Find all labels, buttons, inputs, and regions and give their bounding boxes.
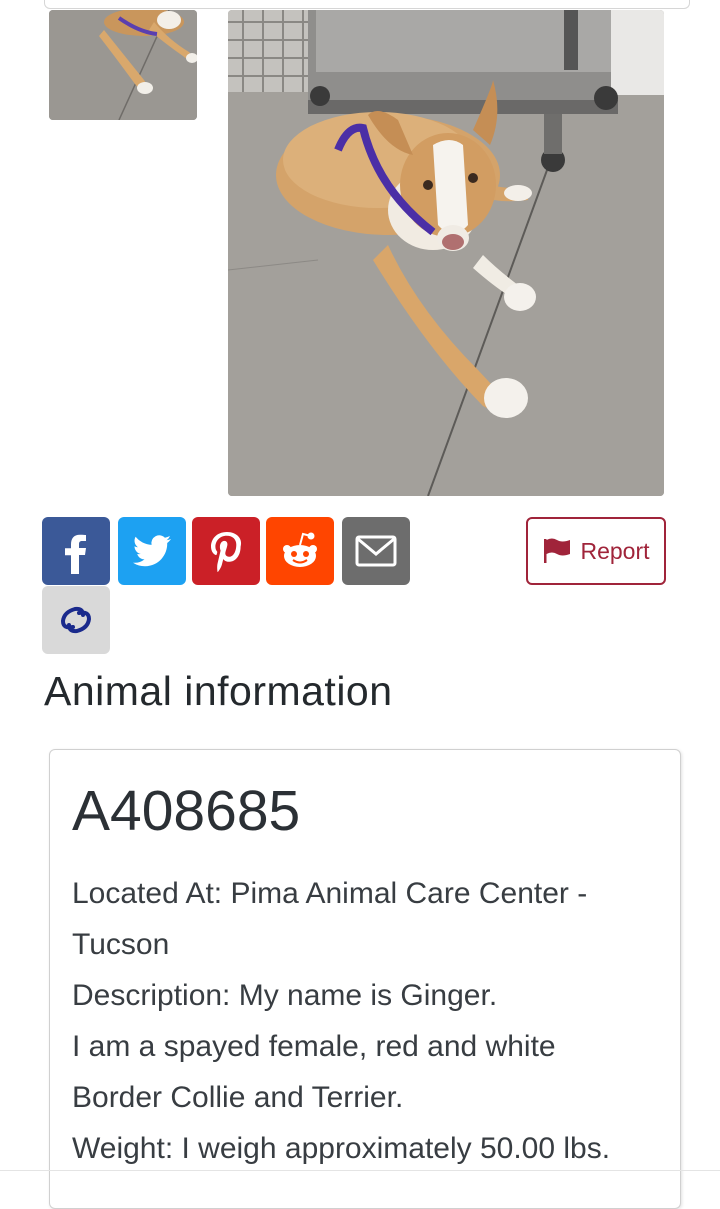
- facebook-icon: [65, 534, 86, 574]
- report-button[interactable]: Report: [526, 517, 666, 585]
- description-line: I am a spayed female, red and white: [72, 1030, 556, 1063]
- link-icon: [60, 606, 92, 634]
- bottom-divider: [0, 1170, 720, 1171]
- twitter-icon: [133, 535, 171, 567]
- reddit-share-button[interactable]: [266, 517, 334, 585]
- facebook-share-button[interactable]: [42, 517, 110, 585]
- section-title: Animal information: [44, 668, 393, 714]
- copy-link-button[interactable]: [42, 586, 110, 654]
- previous-card-edge: [44, 0, 690, 9]
- envelope-icon: [355, 535, 397, 567]
- description-line: Border Collie and Terrier.: [72, 1081, 404, 1114]
- description-line: Description: My name is Ginger.: [72, 979, 498, 1012]
- reddit-icon: [283, 532, 317, 567]
- animal-id: A408685: [72, 779, 301, 843]
- pinterest-icon: [211, 532, 242, 572]
- location-line-cont: Tucson: [72, 928, 170, 961]
- email-share-button[interactable]: [342, 517, 410, 585]
- main-photo[interactable]: [228, 10, 664, 496]
- dog-thumbnail-image: [49, 10, 197, 120]
- pinterest-share-button[interactable]: [192, 517, 260, 585]
- dog-main-image: [228, 10, 664, 496]
- location-line: Located At: Pima Animal Care Center -: [72, 877, 588, 910]
- weight-line: Weight: I weigh approximately 50.00 lbs.: [72, 1132, 611, 1165]
- twitter-share-button[interactable]: [118, 517, 186, 585]
- photo-thumbnail[interactable]: [49, 10, 197, 120]
- flag-icon: [544, 538, 571, 563]
- report-label: Report: [580, 537, 650, 564]
- animal-details: Located At: Pima Animal Care Center - Tu…: [72, 868, 652, 1174]
